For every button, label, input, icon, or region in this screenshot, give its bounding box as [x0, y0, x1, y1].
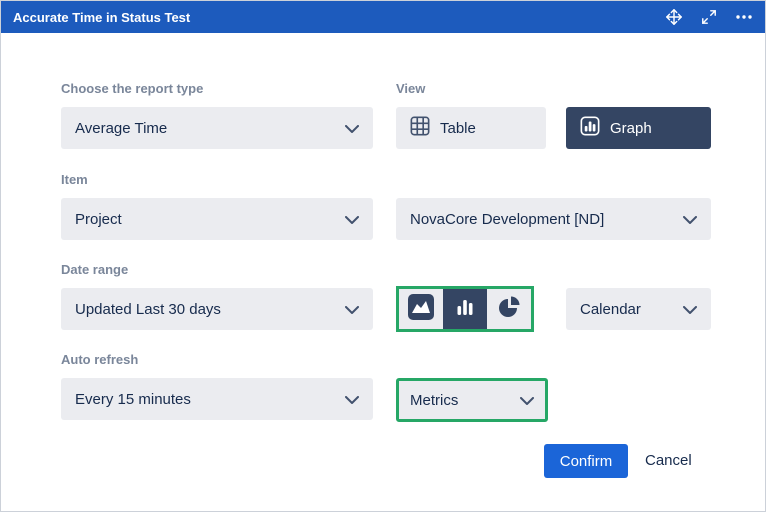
bar-chart-button[interactable]	[443, 289, 487, 329]
item-label: Item	[61, 172, 88, 187]
view-table-button[interactable]: Table	[396, 107, 546, 149]
date-range-dropdown[interactable]: Updated Last 30 days	[61, 288, 373, 330]
project-value: NovaCore Development [ND]	[410, 211, 604, 228]
time-in-status-dialog: Accurate Time in Status Test	[0, 0, 766, 512]
calendar-value: Calendar	[580, 301, 641, 318]
graph-icon	[580, 116, 600, 140]
chevron-down-icon	[683, 211, 697, 228]
dialog-header: Accurate Time in Status Test	[1, 1, 765, 33]
pie-chart-icon	[497, 295, 521, 324]
view-label: View	[396, 81, 425, 96]
date-range-label: Date range	[61, 262, 128, 277]
report-type-dropdown[interactable]: Average Time	[61, 107, 373, 149]
chevron-down-icon	[683, 301, 697, 318]
item-dropdown[interactable]: Project	[61, 198, 373, 240]
cancel-button[interactable]: Cancel	[645, 452, 692, 469]
chevron-down-icon	[520, 392, 534, 409]
area-chart-icon	[408, 294, 434, 325]
item-value: Project	[75, 211, 122, 228]
chevron-down-icon	[345, 120, 359, 137]
chevron-down-icon	[345, 301, 359, 318]
dialog-title: Accurate Time in Status Test	[13, 10, 190, 25]
auto-refresh-dropdown[interactable]: Every 15 minutes	[61, 378, 373, 420]
table-icon	[410, 116, 430, 140]
auto-refresh-label: Auto refresh	[61, 352, 138, 367]
chevron-down-icon	[345, 211, 359, 228]
pie-chart-button[interactable]	[487, 289, 531, 329]
report-type-label: Choose the report type	[61, 81, 203, 96]
more-menu-icon[interactable]	[735, 14, 753, 20]
bar-chart-icon	[453, 295, 477, 324]
view-table-label: Table	[440, 120, 476, 137]
move-icon[interactable]	[665, 8, 683, 26]
metrics-value: Metrics	[410, 392, 458, 409]
chevron-down-icon	[345, 391, 359, 408]
date-range-value: Updated Last 30 days	[75, 301, 221, 318]
view-graph-button[interactable]: Graph	[566, 107, 711, 149]
metrics-dropdown[interactable]: Metrics	[396, 378, 548, 422]
header-icon-group	[665, 8, 753, 26]
calendar-dropdown[interactable]: Calendar	[566, 288, 711, 330]
expand-icon[interactable]	[701, 9, 717, 25]
area-chart-button[interactable]	[399, 289, 443, 329]
auto-refresh-value: Every 15 minutes	[75, 391, 191, 408]
report-type-value: Average Time	[75, 120, 167, 137]
chart-type-selector	[396, 286, 534, 332]
project-dropdown[interactable]: NovaCore Development [ND]	[396, 198, 711, 240]
confirm-button[interactable]: Confirm	[544, 444, 628, 478]
view-graph-label: Graph	[610, 120, 652, 137]
